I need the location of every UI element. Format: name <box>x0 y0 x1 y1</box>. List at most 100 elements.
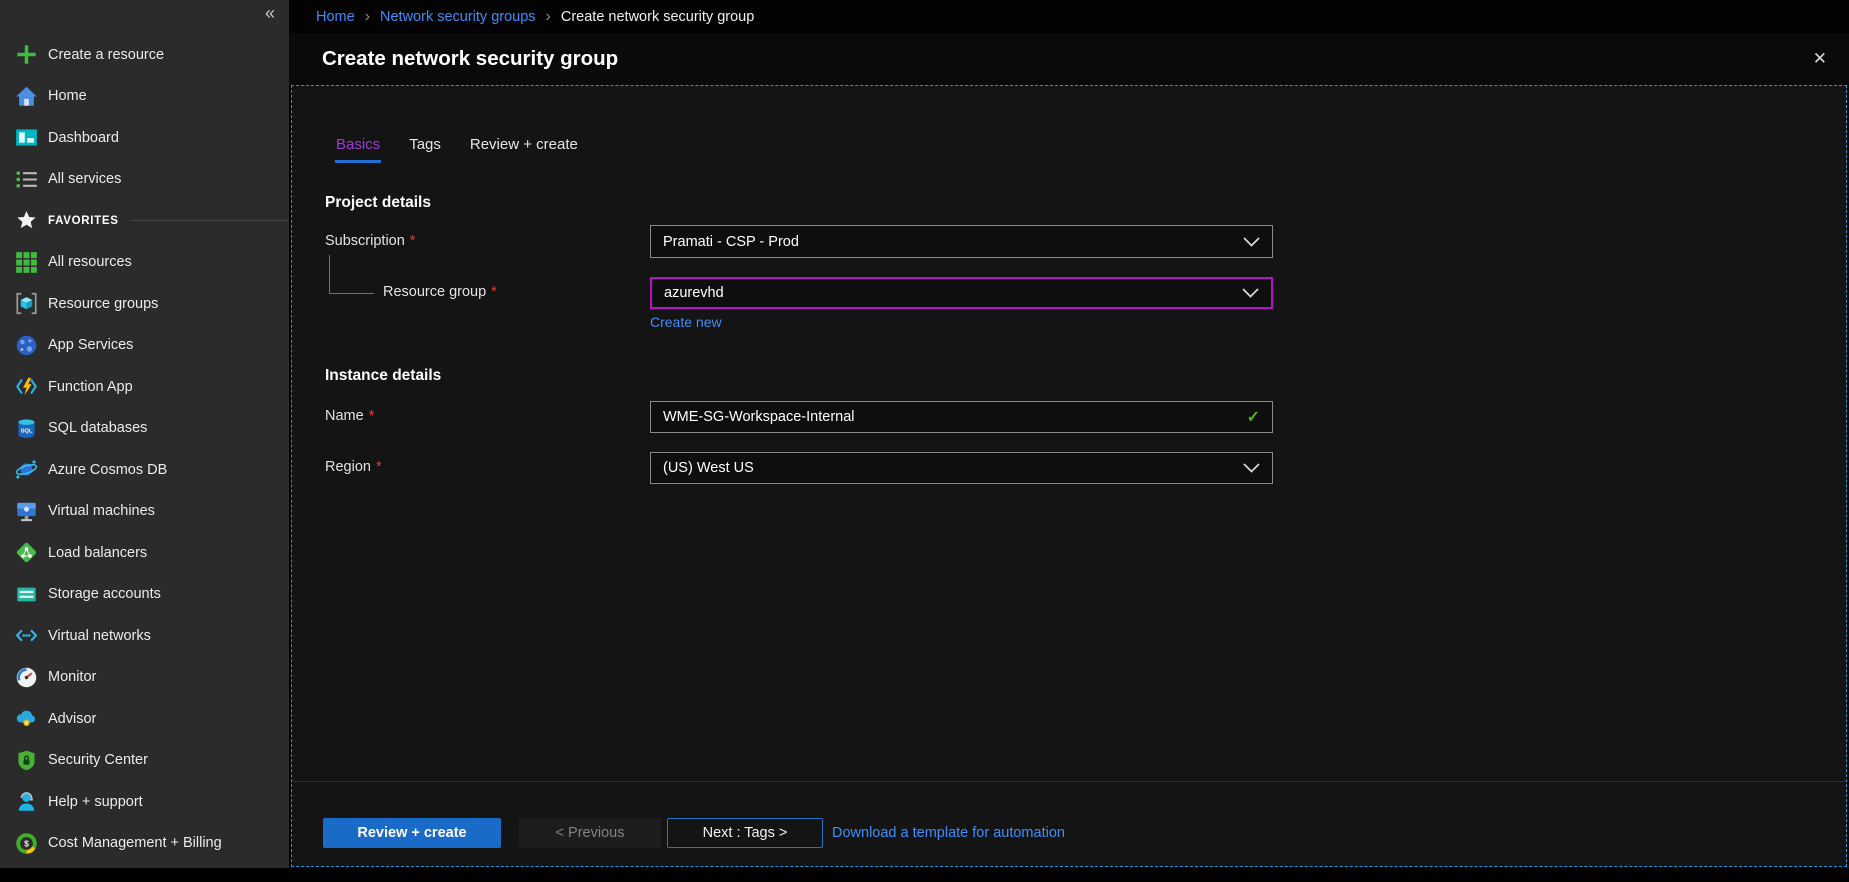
sidebar-item-sql-databases[interactable]: SQL SQL databases <box>0 408 289 450</box>
sidebar: « Create a resource Home Dashboard All serv… <box>0 0 289 868</box>
project-details-heading: Project details <box>325 194 431 212</box>
sidebar-item-label: Create a resource <box>48 47 164 63</box>
list-icon <box>14 167 38 191</box>
blade-header: Create network security group ✕ <box>289 33 1849 85</box>
required-marker: * <box>410 233 416 249</box>
sidebar-item-label: FAVORITES <box>48 215 119 227</box>
required-marker: * <box>376 459 382 475</box>
sidebar-item-security-center[interactable]: Security Center <box>0 740 289 782</box>
download-template-link[interactable]: Download a template for automation <box>832 818 1065 848</box>
breadcrumb-current: Create network security group <box>561 9 754 25</box>
close-icon[interactable]: ✕ <box>1813 49 1827 69</box>
chevron-down-icon <box>1243 237 1260 247</box>
dashboard-icon <box>14 126 38 150</box>
page-title: Create network security group <box>322 47 618 71</box>
sidebar-item-label: SQL databases <box>48 420 147 436</box>
cost-ring-icon: $ <box>14 831 38 855</box>
subscription-label: Subscription* <box>325 233 415 249</box>
database-icon: SQL <box>14 416 38 440</box>
chevron-down-icon <box>1242 288 1259 298</box>
sidebar-item-home[interactable]: Home <box>0 76 289 118</box>
sidebar-item-label: Dashboard <box>48 130 119 146</box>
monitor-icon <box>14 499 38 523</box>
globe-icon <box>14 333 38 357</box>
sidebar-item-label: Load balancers <box>48 545 147 561</box>
breadcrumb-link-network-security-groups[interactable]: Network security groups <box>380 9 536 25</box>
sidebar-item-label: Virtual machines <box>48 503 155 519</box>
section-divider <box>131 220 289 221</box>
sidebar-item-label: Cost Management + Billing <box>48 835 222 851</box>
sidebar-item-dashboard[interactable]: Dashboard <box>0 117 289 159</box>
sidebar-item-load-balancers[interactable]: Load balancers <box>0 532 289 574</box>
sidebar-item-label: Security Center <box>48 752 148 768</box>
tab-review-create[interactable]: Review + create <box>469 136 579 163</box>
sidebar-item-label: Resource groups <box>48 296 158 312</box>
next-tags-button[interactable]: Next : Tags > <box>667 818 823 848</box>
star-icon <box>14 209 38 233</box>
tab-basics[interactable]: Basics <box>335 136 381 163</box>
sidebar-item-label: Function App <box>48 379 133 395</box>
valid-check-icon: ✓ <box>1247 407 1260 427</box>
load-balancer-icon <box>14 541 38 565</box>
instance-details-heading: Instance details <box>325 367 441 385</box>
name-input[interactable]: WME-SG-Workspace-Internal ✓ <box>650 401 1273 433</box>
sidebar-item-label: Home <box>48 88 87 104</box>
azure-portal-screen: « Create a resource Home Dashboard All serv… <box>0 0 1849 882</box>
sidebar-item-resource-groups[interactable]: Resource groups <box>0 283 289 325</box>
sidebar-item-create-a-resource[interactable]: Create a resource <box>0 34 289 76</box>
region-dropdown[interactable]: (US) West US <box>650 452 1273 484</box>
breadcrumb-separator: › <box>365 9 370 25</box>
plus-icon <box>14 43 38 67</box>
sidebar-item-help-support[interactable]: Help + support <box>0 781 289 823</box>
cube-icon <box>14 292 38 316</box>
review-create-button[interactable]: Review + create <box>323 818 501 848</box>
sidebar-item-monitor[interactable]: Monitor <box>0 657 289 699</box>
create-new-link[interactable]: Create new <box>650 314 722 330</box>
required-marker: * <box>491 284 497 300</box>
lightning-icon <box>14 375 38 399</box>
sidebar-item-function-app[interactable]: Function App <box>0 366 289 408</box>
sidebar-item-azure-cosmos-db[interactable]: Azure Cosmos DB <box>0 449 289 491</box>
home-icon <box>14 84 38 108</box>
footer-divider <box>292 781 1846 782</box>
shield-icon <box>14 748 38 772</box>
basics-panel: Basics Tags Review + create Project detail… <box>291 85 1847 867</box>
subscription-dropdown[interactable]: Pramati - CSP - Prod <box>650 225 1273 258</box>
sidebar-item-storage-accounts[interactable]: Storage accounts <box>0 574 289 616</box>
sidebar-item-label: Help + support <box>48 794 143 810</box>
collapse-sidebar-icon[interactable]: « <box>265 3 275 24</box>
sidebar-item-virtual-machines[interactable]: Virtual machines <box>0 491 289 533</box>
sidebar-item-label: Virtual networks <box>48 628 151 644</box>
region-label: Region* <box>325 459 382 475</box>
planet-icon <box>14 458 38 482</box>
bottom-strip <box>0 868 1849 882</box>
sidebar-item-favorites: FAVORITES <box>0 200 289 242</box>
gauge-icon <box>14 665 38 689</box>
sidebar-item-app-services[interactable]: App Services <box>0 325 289 367</box>
sidebar-item-label: Monitor <box>48 669 96 685</box>
resource-group-dropdown[interactable]: azurevhd <box>650 277 1273 309</box>
tab-tags[interactable]: Tags <box>408 136 442 163</box>
required-marker: * <box>369 408 375 424</box>
sidebar-nav: Create a resource Home Dashboard All servic… <box>0 34 289 864</box>
breadcrumb-separator: › <box>546 9 551 25</box>
sidebar-item-virtual-networks[interactable]: Virtual networks <box>0 615 289 657</box>
sidebar-item-label: Azure Cosmos DB <box>48 462 167 478</box>
breadcrumb-link-home[interactable]: Home <box>316 9 355 25</box>
sidebar-item-label: Advisor <box>48 711 96 727</box>
sidebar-item-label: App Services <box>48 337 133 353</box>
sidebar-item-label: Storage accounts <box>48 586 161 602</box>
tree-connector <box>329 255 374 294</box>
previous-button[interactable]: < Previous <box>519 818 661 848</box>
breadcrumb: Home › Network security groups › Create netw… <box>289 0 1849 33</box>
sidebar-item-advisor[interactable]: Advisor <box>0 698 289 740</box>
sidebar-item-cost-management[interactable]: $ Cost Management + Billing <box>0 823 289 865</box>
name-label: Name* <box>325 408 374 424</box>
sidebar-item-all-resources[interactable]: All resources <box>0 242 289 284</box>
network-icon <box>14 624 38 648</box>
svg-text:$: $ <box>24 838 29 848</box>
sidebar-item-all-services[interactable]: All services <box>0 159 289 201</box>
resource-group-label: Resource group* <box>383 284 497 300</box>
svg-text:SQL: SQL <box>20 428 32 434</box>
storage-icon <box>14 582 38 606</box>
